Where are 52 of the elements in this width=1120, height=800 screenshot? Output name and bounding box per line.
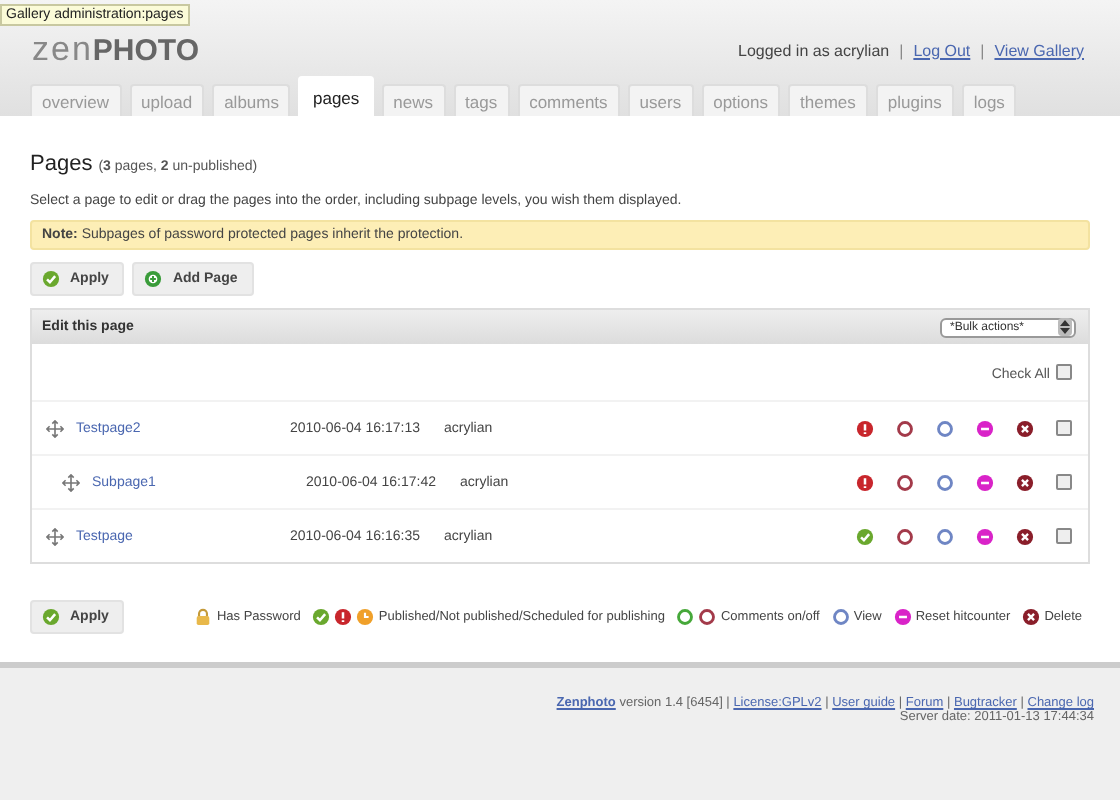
delete-icon[interactable]	[1016, 473, 1034, 491]
check-icon	[42, 608, 60, 626]
minus-circle-icon[interactable]	[976, 473, 994, 491]
nav-tab[interactable]: comments	[517, 84, 620, 116]
exclamation-icon[interactable]	[856, 419, 874, 437]
minus-circle-icon[interactable]	[976, 419, 994, 437]
header-link[interactable]: Log Out	[913, 41, 971, 59]
eye-ring-icon[interactable]	[936, 527, 954, 545]
minus-circle-icon[interactable]	[976, 527, 994, 545]
nav-tab[interactable]: upload	[129, 84, 205, 116]
nav-tab[interactable]: tags	[453, 84, 510, 116]
delete-icon[interactable]	[1016, 419, 1034, 437]
page-heading: Pages	[30, 152, 93, 176]
separator: |	[899, 41, 904, 59]
exclamation-icon	[334, 608, 353, 626]
eye-ring-icon[interactable]	[936, 419, 954, 437]
checkbox[interactable]	[1056, 528, 1072, 544]
nav-tab[interactable]: logs	[961, 84, 1017, 116]
check-icon	[42, 270, 60, 288]
delete-icon	[1022, 608, 1041, 626]
eye-ring-icon[interactable]	[936, 473, 954, 491]
nav-tab[interactable]: themes	[788, 84, 868, 116]
nav-tab[interactable]: albums	[212, 84, 291, 116]
nav-tab[interactable]: overview	[30, 84, 122, 116]
exclamation-icon[interactable]	[856, 473, 874, 491]
updown-arrows-icon	[1058, 318, 1072, 336]
move-handle-icon[interactable]	[46, 527, 64, 545]
separator: |	[980, 41, 985, 59]
clock-icon	[356, 608, 375, 626]
ring-icon[interactable]	[896, 473, 914, 491]
ring-icon[interactable]	[896, 527, 914, 545]
nav-tab[interactable]: users	[627, 84, 694, 116]
plus-icon	[144, 270, 163, 288]
check-icon	[312, 608, 331, 626]
nav-tab[interactable]: plugins	[875, 84, 954, 116]
ring-icon[interactable]	[896, 419, 914, 437]
move-handle-icon[interactable]	[46, 419, 64, 437]
move-handle-icon[interactable]	[62, 473, 80, 491]
logo[interactable]: zenPHOTO	[32, 30, 199, 70]
check-icon[interactable]	[856, 527, 874, 545]
delete-icon[interactable]	[1016, 527, 1034, 545]
login-status: Logged in as acrylian	[738, 41, 890, 59]
checkbox[interactable]	[1056, 420, 1072, 436]
eye-ring-icon	[831, 608, 850, 626]
minus-circle-icon	[893, 608, 912, 626]
lock-icon	[194, 608, 213, 626]
nav-tab[interactable]: options	[701, 84, 781, 116]
header-link[interactable]: View Gallery	[994, 41, 1084, 59]
checkbox[interactable]	[1056, 364, 1072, 380]
nav-tab[interactable]: pages	[298, 76, 374, 116]
nav-tab[interactable]: news	[381, 84, 445, 116]
checkbox[interactable]	[1056, 474, 1072, 490]
